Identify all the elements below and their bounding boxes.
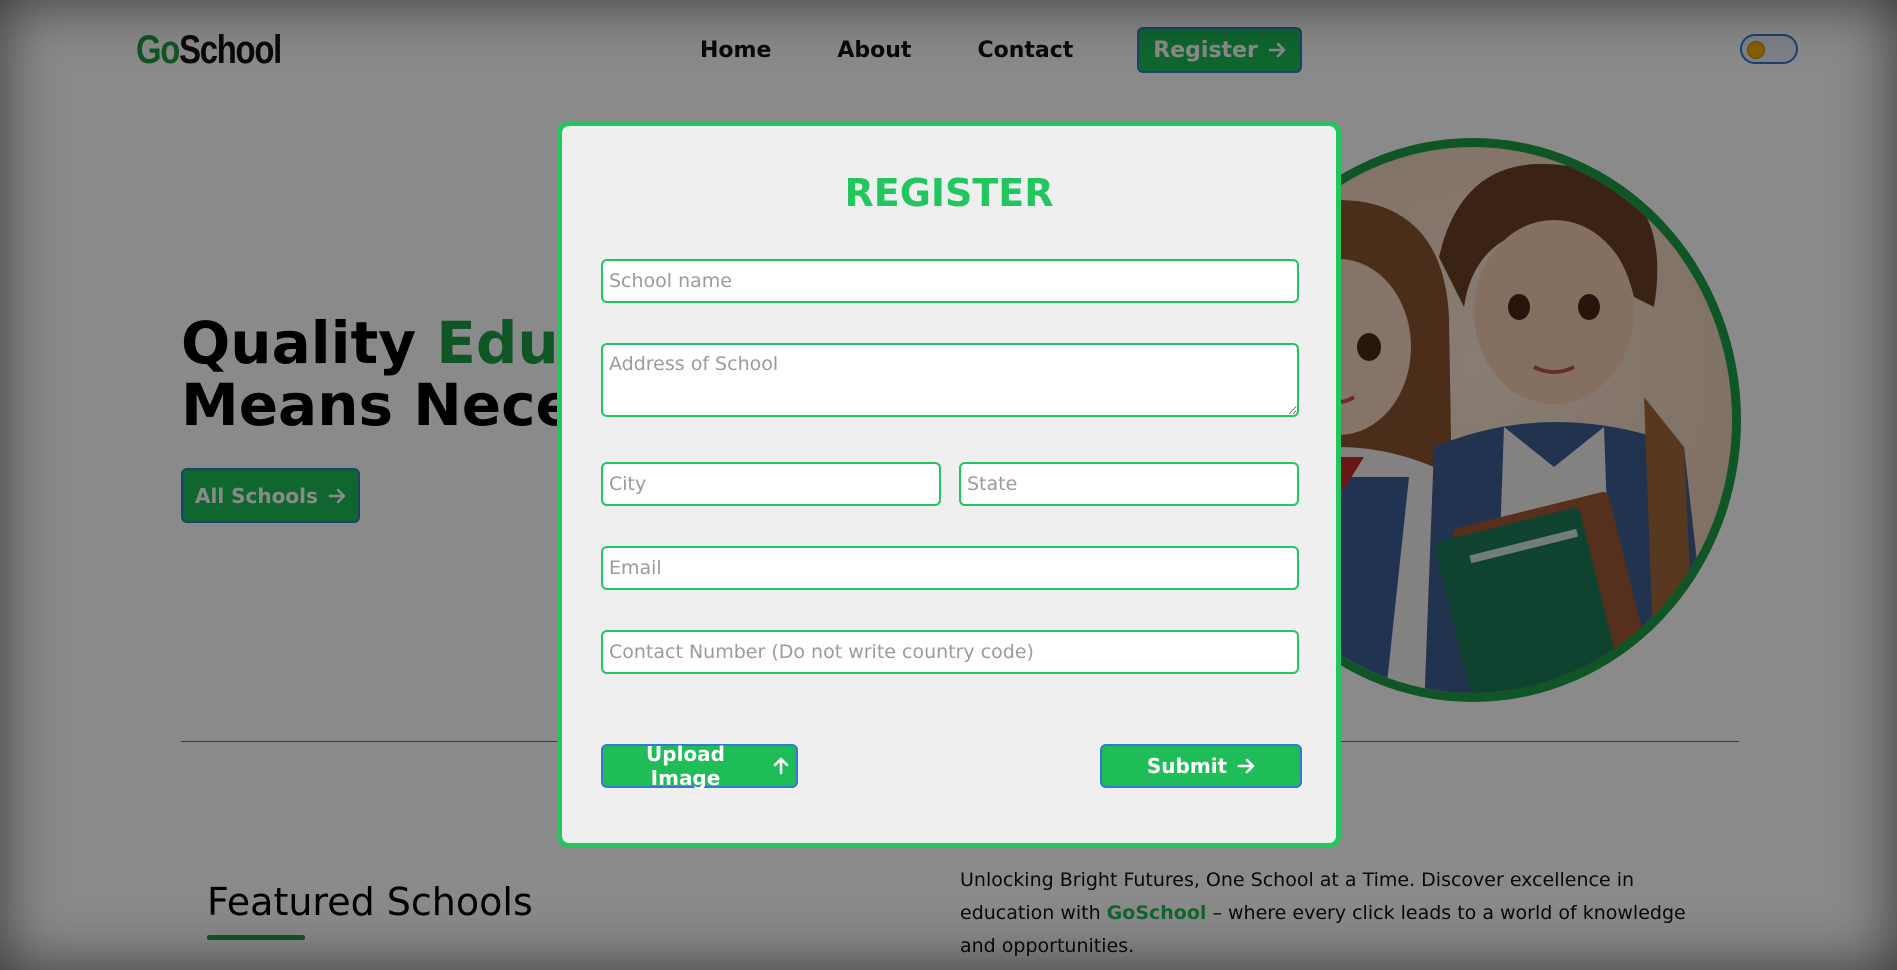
register-modal-title: REGISTER: [844, 171, 1054, 215]
address-textarea[interactable]: [601, 343, 1299, 417]
contact-number-input[interactable]: [601, 630, 1299, 674]
upload-image-label: Upload Image: [646, 742, 725, 790]
state-input[interactable]: [959, 462, 1299, 506]
email-input[interactable]: [601, 546, 1299, 590]
register-modal: REGISTER Upload Image Submit: [557, 121, 1341, 848]
arrow-up-icon: [772, 757, 790, 775]
submit-label: Submit: [1146, 754, 1228, 778]
submit-button[interactable]: Submit: [1100, 744, 1302, 788]
school-name-input[interactable]: [601, 259, 1299, 303]
address-wrapper: [601, 343, 1299, 417]
city-input[interactable]: [601, 462, 941, 506]
arrow-right-icon: [1237, 757, 1255, 775]
upload-image-button[interactable]: Upload Image: [601, 742, 798, 790]
